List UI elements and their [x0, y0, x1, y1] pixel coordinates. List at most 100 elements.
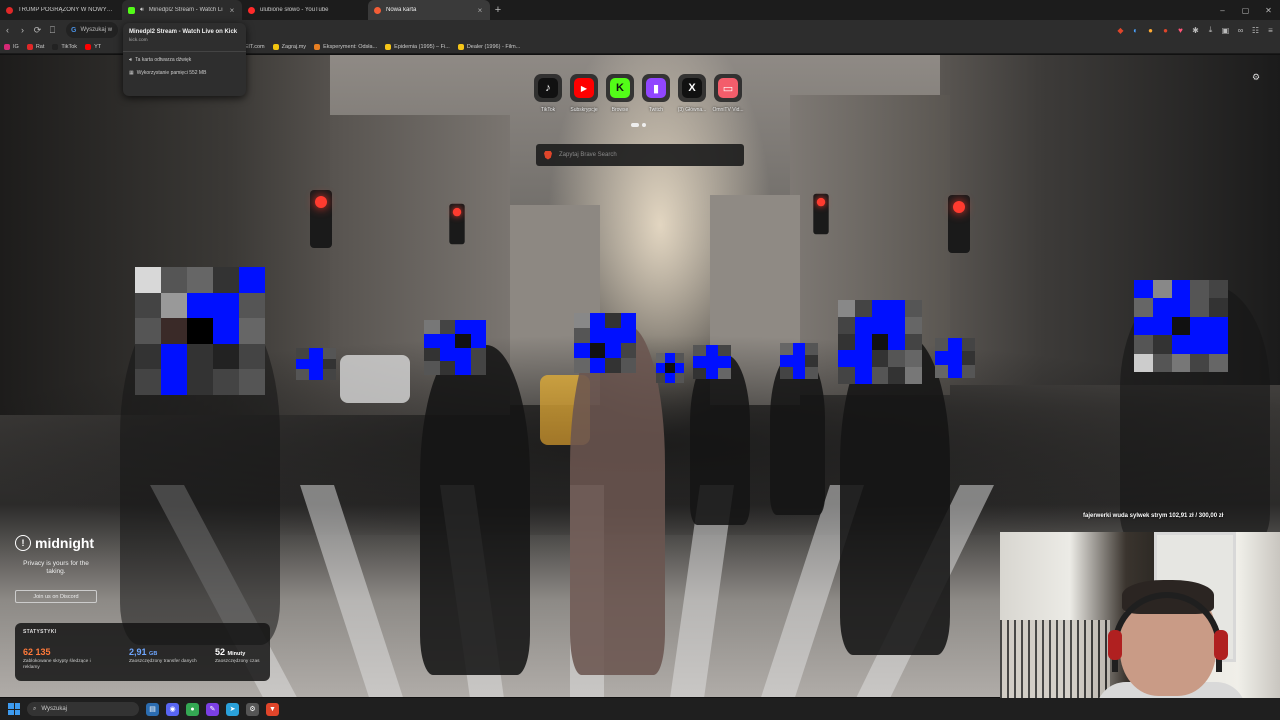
- link-icon[interactable]: ∞: [1235, 25, 1246, 36]
- extensions-puzzle-icon[interactable]: ✱: [1190, 25, 1201, 36]
- stat-number: 52: [215, 647, 226, 657]
- new-tab-button[interactable]: +: [490, 4, 506, 16]
- stat-number: 2,91: [129, 647, 147, 657]
- brave-shields-icon[interactable]: ◆: [1115, 25, 1126, 36]
- tab-close-icon[interactable]: ×: [476, 6, 484, 15]
- bookmark-item[interactable]: Rat: [26, 43, 45, 50]
- minimize-button[interactable]: –: [1211, 0, 1234, 20]
- traffic-light: [310, 190, 332, 248]
- censor-pixelation: [424, 320, 486, 375]
- menu-icon[interactable]: ≡: [1265, 25, 1276, 36]
- hover-card-memory-text: Wykorzystanie pamięci 552 MB: [136, 70, 207, 76]
- tab-strip: TRUMP POGRĄŻONY W NOWYM W 🔊︎ Minedpl2 St…: [0, 0, 1280, 20]
- top-site-x[interactable]: X (3) Główna...: [678, 74, 706, 113]
- extension-icon[interactable]: ●: [1145, 25, 1156, 36]
- tab-youtube-video[interactable]: ulubione słowo - YouTube: [242, 0, 368, 20]
- stat-trackers: 62 135 Zablokowane skrypty śledzące i re…: [23, 647, 101, 671]
- pager-dot-active[interactable]: [631, 123, 639, 127]
- omnitv-icon: ▭: [718, 78, 738, 98]
- extension-icon[interactable]: ◐: [1130, 25, 1141, 36]
- bookmark-item[interactable]: Eksperyment: Odsła...: [314, 43, 378, 50]
- stat-value: 52 Minuty: [215, 647, 293, 657]
- brave-icon[interactable]: ▼: [266, 702, 279, 716]
- close-window-button[interactable]: ✕: [1257, 0, 1280, 20]
- bookmark-item[interactable]: IG: [4, 43, 19, 50]
- stats-widget: STATYSTYKI 62 135 Zablokowane skrypty śl…: [15, 623, 270, 681]
- traffic-light: [813, 193, 829, 235]
- youtube-icon: ▶: [574, 78, 594, 98]
- kick-icon: K: [610, 78, 630, 98]
- tab-new-tab[interactable]: Nowa karta ×: [368, 0, 490, 20]
- tab-trump-news[interactable]: TRUMP POGRĄŻONY W NOWYM W: [0, 0, 122, 20]
- maximize-button[interactable]: ▢: [1234, 0, 1257, 20]
- bookmark-item[interactable]: TikTok: [52, 43, 78, 50]
- extension-icon[interactable]: ♥: [1175, 25, 1186, 36]
- tab-close-icon[interactable]: ×: [228, 6, 236, 15]
- tile-background: ▮: [642, 74, 670, 102]
- bookmark-label: TikTok: [61, 43, 78, 50]
- speaker-icon: 🔊︎: [129, 57, 133, 63]
- tile-background: ▭: [714, 74, 742, 102]
- censor-pixelation: [935, 338, 975, 378]
- stats-heading: STATYSTYKI: [23, 629, 57, 635]
- bookmark-item[interactable]: YT: [85, 43, 102, 50]
- top-site-label: Twitch: [648, 107, 664, 113]
- reload-button[interactable]: ⟳: [30, 21, 45, 39]
- wallet-icon[interactable]: ▣: [1220, 25, 1231, 36]
- gear-icon[interactable]: ⚙: [1252, 72, 1260, 83]
- memory-icon: ▦: [129, 70, 134, 76]
- taskbar-search[interactable]: ⌕ Wyszukaj: [27, 702, 139, 716]
- midnight-logo: ! midnight: [15, 535, 97, 551]
- bookmark-favicon-icon: [272, 43, 279, 50]
- telegram-icon[interactable]: ➤: [226, 702, 239, 716]
- tab-kick-stream[interactable]: 🔊︎ Minedpl2 Stream - Watch Li ×: [122, 0, 242, 20]
- brand-tagline: Privacy is yours for the taking.: [23, 560, 89, 575]
- brave-search-box[interactable]: Zapytaj Brave Search: [536, 144, 744, 166]
- bookmark-label: Rat: [35, 43, 45, 50]
- bookmark-label: IG: [13, 43, 19, 50]
- bookmark-favicon-icon: [26, 43, 33, 50]
- bookmark-item[interactable]: Epidemia (1995) – Fi...: [385, 43, 450, 50]
- brave-logo-icon: [544, 150, 552, 160]
- tab-title: ulubione słowo - YouTube: [260, 7, 329, 13]
- top-site-omnitv[interactable]: ▭ OmniTV Vid...: [712, 74, 744, 113]
- discord-icon[interactable]: ◉: [166, 702, 179, 716]
- youtube-favicon-icon: [6, 6, 13, 14]
- bookmark-item[interactable]: Dealer (1996) - Film...: [457, 43, 520, 50]
- censor-pixelation: [693, 345, 731, 379]
- discord-button[interactable]: Join us on Discord: [15, 590, 97, 603]
- bookmark-icon[interactable]: ⎕: [45, 21, 60, 39]
- stream-donation-goal: fajerwerki wuda sylwek strym 102,91 zł /…: [1083, 513, 1224, 519]
- windows-start-icon[interactable]: [8, 703, 20, 715]
- download-icon[interactable]: ⤓: [1205, 25, 1216, 36]
- pen-app-icon[interactable]: ✎: [206, 702, 219, 716]
- forward-button[interactable]: ›: [15, 21, 30, 39]
- extension-icon[interactable]: ●: [1160, 25, 1171, 36]
- bookmark-label: Eksperyment: Odsła...: [323, 43, 378, 50]
- bookmark-item[interactable]: Zagraj.my: [272, 43, 307, 50]
- bookmark-favicon-icon: [385, 43, 392, 50]
- bookmark-favicon-icon: [85, 43, 92, 50]
- top-site-kick[interactable]: K Browse: [606, 74, 634, 113]
- pedestrian-silhouette: [690, 355, 750, 525]
- address-bar[interactable]: G Wyszukaj w: [66, 22, 118, 38]
- bookmark-label: Zagraj.my: [281, 43, 307, 50]
- back-button[interactable]: ‹: [0, 21, 15, 39]
- top-site-label: OmniTV Vid...: [712, 107, 744, 113]
- pager-dot[interactable]: [642, 123, 646, 127]
- chrome-icon[interactable]: ●: [186, 702, 199, 716]
- top-site-tiktok[interactable]: ♪ TikTok: [534, 74, 562, 113]
- tab-title: TRUMP POGRĄŻONY W NOWYM W: [18, 7, 116, 13]
- bookmark-label: YT: [94, 43, 102, 50]
- settings-icon[interactable]: ⚙: [246, 702, 259, 716]
- file-explorer-icon[interactable]: ▤: [146, 702, 159, 716]
- speaker-icon[interactable]: 🔊︎: [140, 7, 144, 14]
- pedestrian-silhouette: [420, 345, 530, 675]
- censor-pixelation: [656, 353, 684, 383]
- censor-pixelation: [135, 267, 265, 395]
- top-site-youtube[interactable]: ▶ Subskrypcje: [570, 74, 598, 113]
- sidebar-icon[interactable]: ☷: [1250, 25, 1261, 36]
- stat-bandwidth: 2,91 GB Zaoszczędzony transfer danych: [129, 647, 207, 665]
- top-site-twitch[interactable]: ▮ Twitch: [642, 74, 670, 113]
- brave-favicon-icon: [374, 6, 381, 14]
